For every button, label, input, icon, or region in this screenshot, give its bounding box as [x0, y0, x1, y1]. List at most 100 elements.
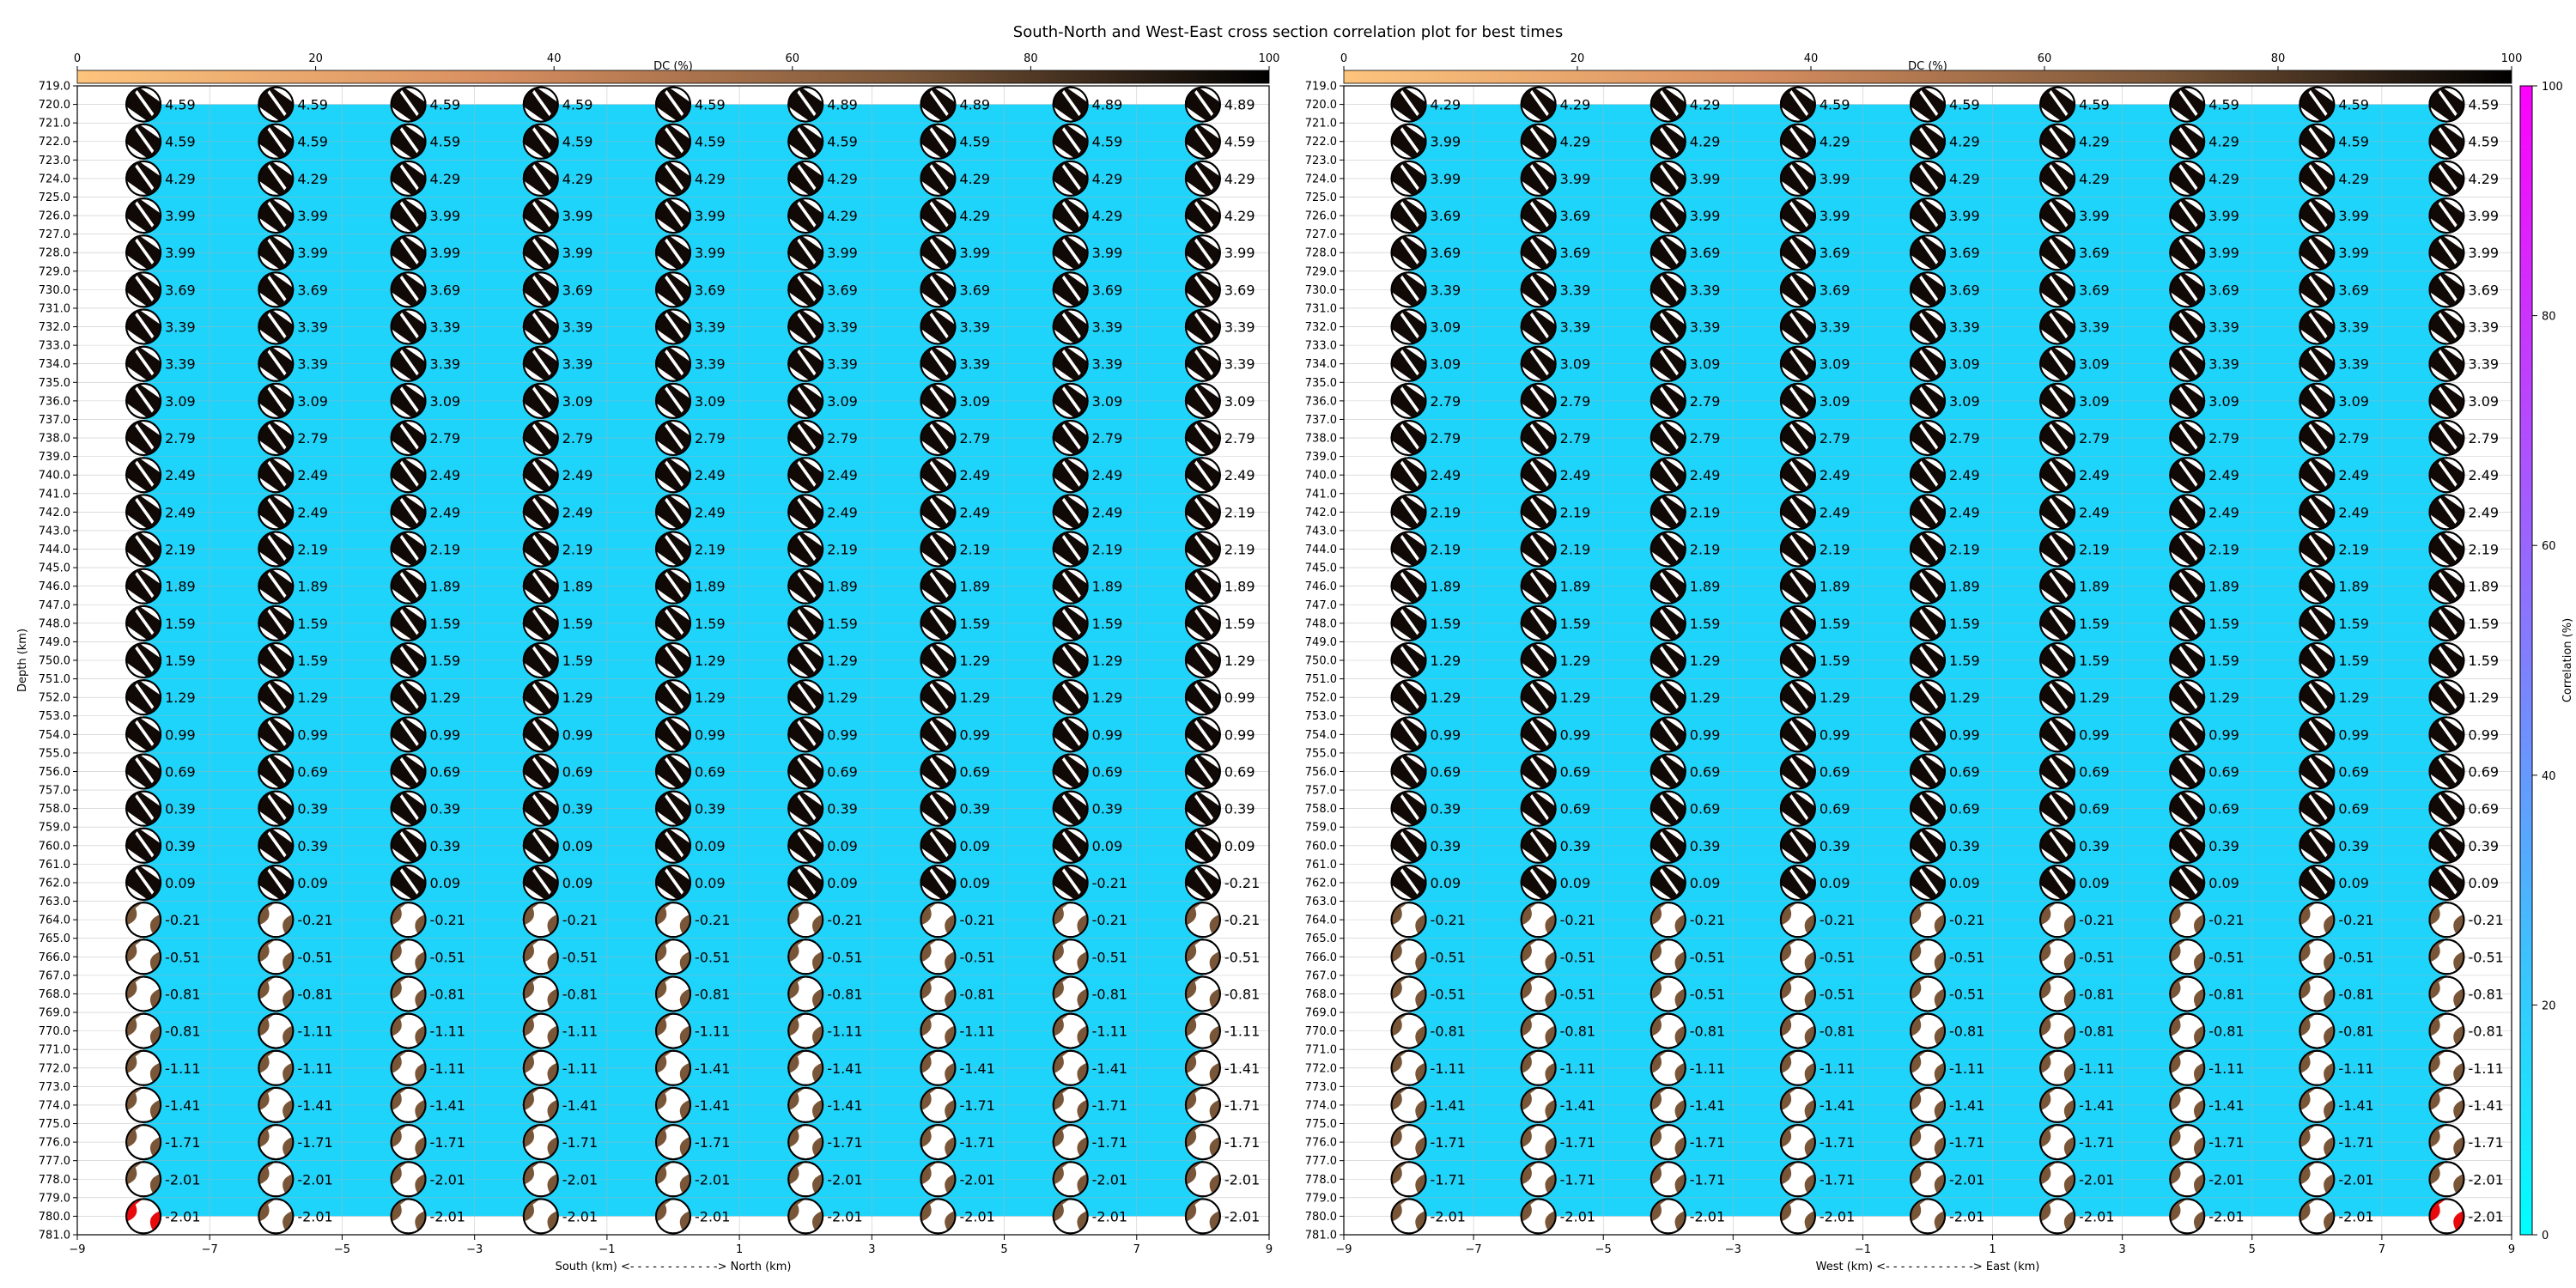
- beachball-mark: [1779, 345, 1816, 382]
- beachball-mark: [1390, 308, 1427, 345]
- time-shift-label: 1.59: [2338, 653, 2369, 669]
- time-shift-label: -2.01: [165, 1208, 200, 1224]
- y-tick-label: 767.0: [1305, 969, 1337, 982]
- beachball-mark: [1649, 1049, 1686, 1086]
- time-shift-label: 2.49: [1949, 467, 1980, 483]
- beachball-mark: [1520, 160, 1557, 197]
- beachball-mark: [2428, 864, 2465, 901]
- beachball-mark: [2169, 494, 2206, 531]
- beachball-mark: [655, 123, 691, 160]
- x-ticks: −9 −7 −5 −3 −1 1 3 5 7 9: [69, 1235, 1273, 1256]
- beachball-mark: [390, 160, 427, 197]
- beachball-mark: [390, 1161, 427, 1198]
- time-shift-label: 1.29: [827, 653, 858, 669]
- time-shift-label: 0.39: [2468, 838, 2499, 854]
- time-shift-label: -1.11: [430, 1024, 465, 1040]
- time-shift-label: -2.01: [2079, 1208, 2114, 1224]
- time-shift-label: -2.01: [297, 1208, 332, 1224]
- beachball-mark: [2428, 790, 2465, 827]
- beachball-mark: [2299, 1086, 2336, 1123]
- y-tick-label: 721.0: [39, 118, 70, 131]
- beachball-mark: [2169, 86, 2206, 123]
- y-tick-label: 778.0: [39, 1174, 70, 1187]
- beachball-mark: [522, 939, 559, 975]
- time-shift-label: 3.99: [1224, 245, 1255, 261]
- time-shift-label: 2.49: [1092, 467, 1123, 483]
- time-shift-label: 2.19: [2338, 542, 2369, 558]
- beachball-mark: [1184, 457, 1221, 494]
- time-shift-label: -1.11: [2208, 1060, 2244, 1077]
- beachball-mark: [1390, 975, 1427, 1012]
- y-tick-label: 763.0: [39, 896, 70, 908]
- beachball-mark: [1390, 457, 1427, 494]
- time-shift-label: -1.71: [695, 1134, 730, 1151]
- beachball-mark: [2299, 605, 2336, 641]
- y-ticks: 719.0 720.0 721.0 722.0 723.0 724.0 725.0 726.0…: [1305, 81, 1344, 1242]
- y-tick-label: 723.0: [1305, 155, 1337, 167]
- time-shift-label: 0.69: [1224, 763, 1255, 780]
- beachball-mark: [522, 345, 559, 382]
- beachball-mark: [2169, 1161, 2206, 1198]
- beachball-mark: [2169, 457, 2206, 494]
- time-shift-label: 0.09: [2468, 875, 2499, 891]
- y-tick-label: 741.0: [1305, 488, 1337, 501]
- beachball-mark: [1779, 308, 1816, 345]
- time-shift-label: -1.41: [1560, 1097, 1595, 1114]
- y-tick-label: 749.0: [39, 636, 70, 649]
- time-shift-label: 0.39: [2079, 838, 2110, 854]
- time-shift-label: 0.39: [1690, 838, 1721, 854]
- beachball-mark: [522, 308, 559, 345]
- dc-tick-label: 0: [1340, 52, 1347, 65]
- time-shift-label: 1.29: [2338, 690, 2369, 706]
- beachball-mark: [258, 753, 295, 790]
- beachball-mark: [2428, 345, 2465, 382]
- beachball-mark: [1052, 494, 1089, 531]
- beachball-mark: [1052, 605, 1089, 641]
- beachball-mark: [1390, 716, 1427, 753]
- dc-tick-label: 20: [1571, 52, 1585, 65]
- beachball-mark: [2039, 1049, 2076, 1086]
- beachball-mark: [125, 679, 162, 716]
- beachball-mark: [1910, 494, 1946, 531]
- time-shift-label: 1.59: [2338, 616, 2369, 632]
- beachball-mark: [1052, 86, 1089, 123]
- beachball-mark: [2169, 234, 2206, 271]
- time-shift-label: 3.69: [2079, 282, 2110, 298]
- beachball-mark: [1184, 679, 1221, 716]
- beachball-mark: [2039, 568, 2076, 605]
- time-shift-label: 1.89: [562, 579, 593, 595]
- x-tick-label: 3: [868, 1243, 875, 1256]
- beachball-mark: [1052, 975, 1089, 1012]
- beachball-mark: [1520, 902, 1557, 939]
- time-shift-label: -0.81: [2338, 986, 2373, 1002]
- time-shift-label: -2.01: [2079, 1171, 2114, 1188]
- beachball-mark: [920, 679, 957, 716]
- beachball-mark: [1390, 790, 1427, 827]
- beachball-mark: [2169, 382, 2206, 419]
- time-shift-label: 1.29: [297, 690, 328, 706]
- beachball-mark: [522, 271, 559, 308]
- beachball-mark: [920, 975, 957, 1012]
- time-shift-label: 1.59: [165, 653, 196, 669]
- y-tick-label: 730.0: [1305, 284, 1337, 297]
- time-shift-label: -2.01: [2208, 1171, 2244, 1188]
- x-tick-label: −1: [1855, 1243, 1871, 1256]
- time-shift-label: 3.99: [165, 245, 196, 261]
- time-shift-label: 2.79: [1092, 430, 1123, 447]
- time-shift-label: 2.49: [1092, 504, 1123, 520]
- time-shift-label: 0.69: [562, 763, 593, 780]
- beachball-mark: [1184, 902, 1221, 939]
- beachball-mark: [2299, 642, 2336, 678]
- time-shift-label: 0.99: [297, 726, 328, 743]
- beachball-mark: [1390, 494, 1427, 531]
- y-tick-label: 754.0: [39, 729, 70, 742]
- beachball-mark: [1052, 234, 1089, 271]
- time-shift-label: 1.59: [2208, 653, 2239, 669]
- time-shift-label: 4.59: [2208, 97, 2239, 113]
- beachball-mark: [2428, 457, 2465, 494]
- time-shift-label: 1.29: [1092, 653, 1123, 669]
- y-tick-label: 771.0: [39, 1044, 70, 1057]
- time-shift-label: 1.59: [562, 616, 593, 632]
- beachball-mark: [125, 568, 162, 605]
- beachball-mark: [522, 1198, 559, 1235]
